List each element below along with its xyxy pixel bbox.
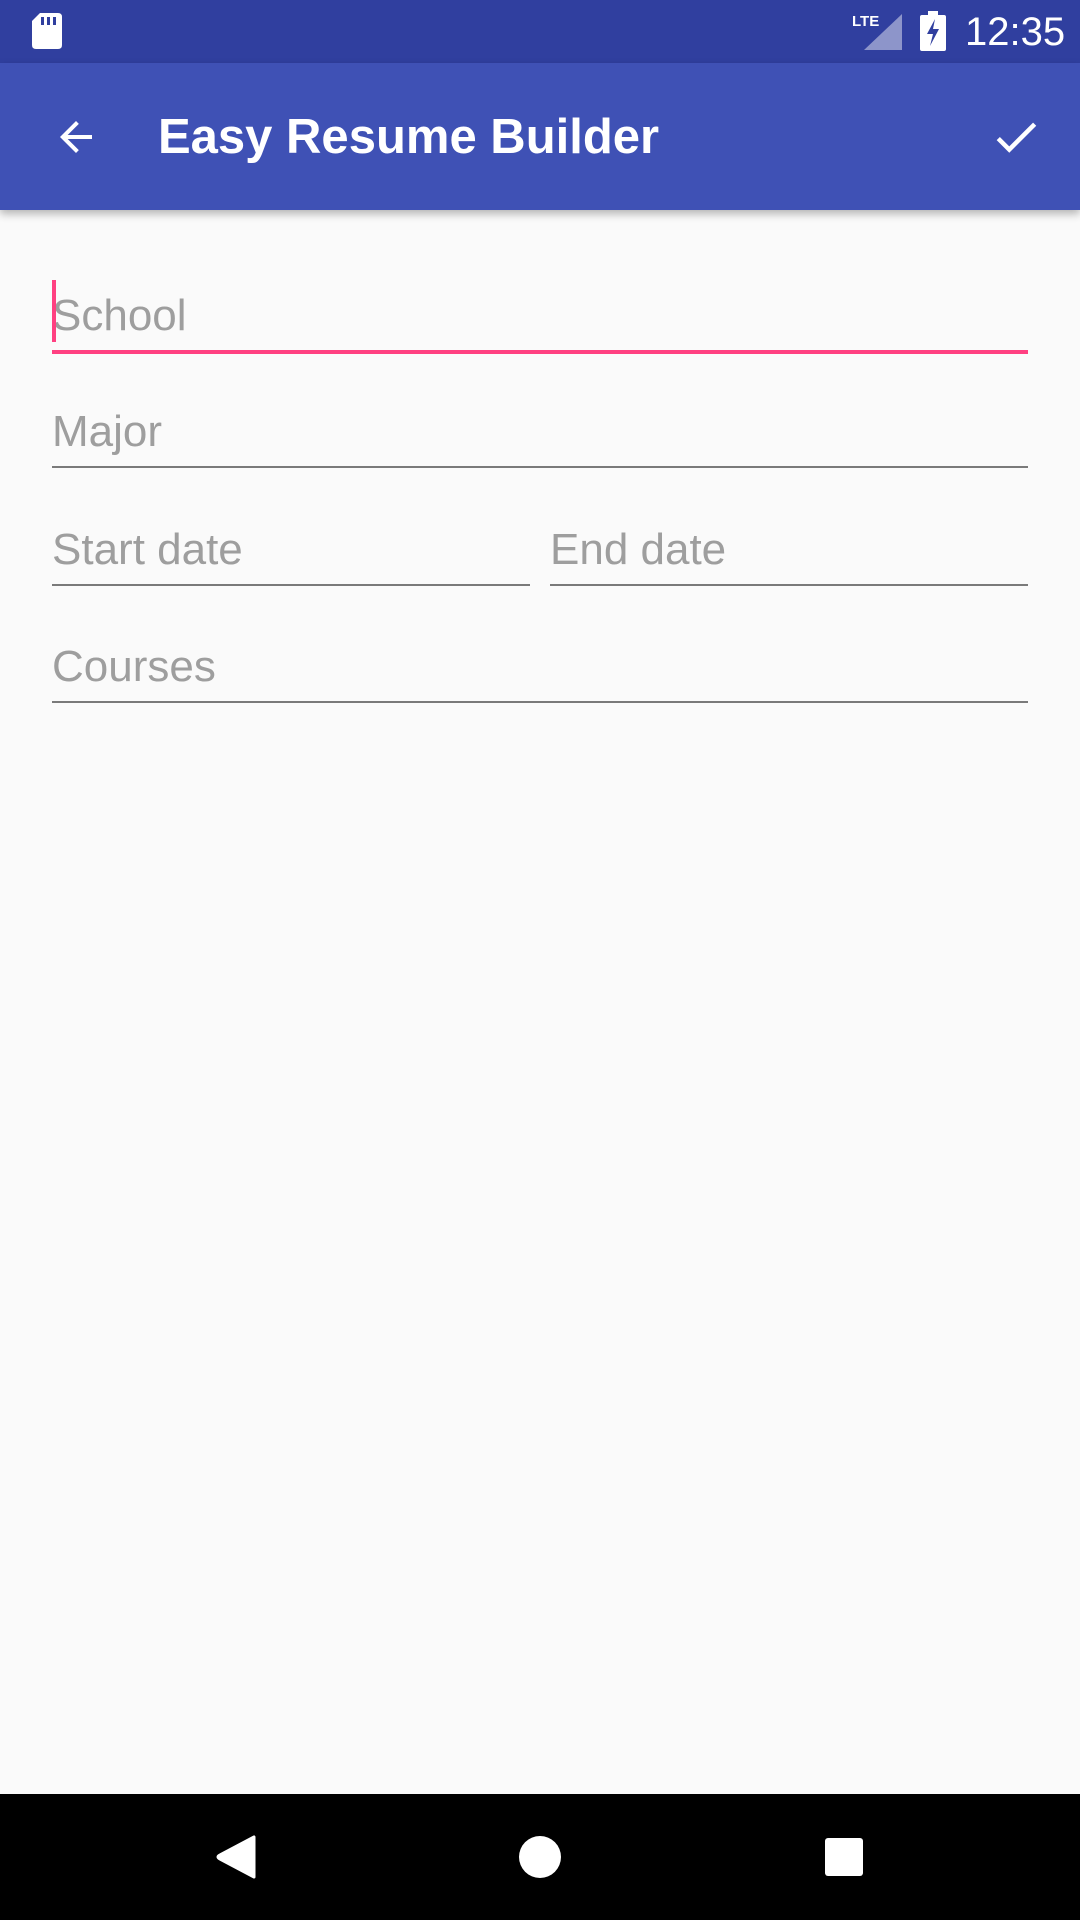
nav-recents-icon xyxy=(825,1838,863,1876)
check-icon xyxy=(996,122,1037,153)
lte-signal-icon: LTE xyxy=(852,13,902,50)
courses-input[interactable] xyxy=(52,639,1028,695)
status-time: 12:35 xyxy=(965,10,1066,54)
nav-back-button[interactable] xyxy=(196,1817,276,1897)
battery-charging-icon xyxy=(920,11,946,51)
navigation-bar xyxy=(0,1794,1080,1920)
sd-card-icon xyxy=(32,13,62,49)
nav-back-icon xyxy=(216,1835,256,1879)
start-date-input[interactable] xyxy=(52,522,530,578)
app-title: Easy Resume Builder xyxy=(158,110,660,164)
nav-home-icon xyxy=(519,1836,561,1878)
school-input[interactable] xyxy=(52,288,1028,344)
courses-field[interactable] xyxy=(52,627,1028,703)
back-button[interactable] xyxy=(36,97,116,177)
text-cursor xyxy=(52,280,56,342)
arrow-back-icon xyxy=(60,121,92,153)
nav-recents-button[interactable] xyxy=(804,1817,884,1897)
end-date-input[interactable] xyxy=(550,522,1028,578)
nav-home-button[interactable] xyxy=(500,1817,580,1897)
major-field[interactable] xyxy=(52,392,1028,468)
start-date-field[interactable] xyxy=(52,510,530,586)
network-type-label: LTE xyxy=(852,13,879,30)
end-date-field[interactable] xyxy=(550,510,1028,586)
major-input[interactable] xyxy=(52,404,1028,460)
screen: LTE 12:35 Easy Resume Builder xyxy=(0,0,1080,1920)
school-field[interactable] xyxy=(52,276,1028,354)
status-bar: LTE 12:35 xyxy=(0,0,1080,63)
app-bar: Easy Resume Builder xyxy=(0,63,1080,210)
done-button[interactable] xyxy=(976,97,1056,177)
